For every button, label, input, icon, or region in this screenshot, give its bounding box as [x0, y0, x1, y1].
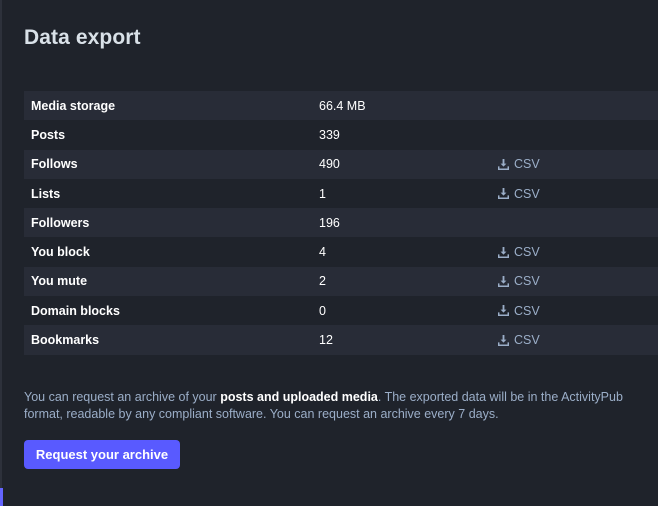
- row-value: 1: [319, 186, 326, 201]
- row-label: Media storage: [31, 98, 116, 113]
- table-row: Posts 339: [24, 120, 658, 150]
- table-row: Followers 196: [24, 208, 658, 238]
- csv-label: CSV: [514, 274, 540, 289]
- scroll-indicator: [0, 488, 3, 506]
- row-value: 196: [319, 215, 340, 230]
- page-title: Data export: [24, 26, 141, 49]
- csv-label: CSV: [514, 303, 540, 318]
- download-icon: [498, 334, 509, 346]
- archive-text-bold: posts and uploaded media: [220, 390, 378, 404]
- row-label: Bookmarks: [31, 333, 100, 348]
- row-label: You block: [31, 245, 90, 260]
- row-value: 12: [319, 333, 333, 348]
- row-label: You mute: [31, 274, 88, 289]
- csv-download-link[interactable]: CSV: [491, 304, 540, 318]
- csv-download-link[interactable]: CSV: [491, 245, 540, 259]
- table-row: You mute 2 CSV: [24, 266, 658, 297]
- table-row: Domain blocks 0 CSV: [24, 296, 658, 326]
- row-label: Followers: [31, 215, 90, 230]
- csv-download-link[interactable]: CSV: [491, 157, 540, 171]
- row-value: 66.4 MB: [319, 98, 366, 113]
- table-row: Follows 490 CSV: [24, 149, 658, 179]
- archive-text-before: You can request an archive of your: [24, 390, 221, 404]
- table-row: You block 4 CSV: [24, 237, 658, 267]
- download-icon: [498, 305, 509, 317]
- row-label: Domain blocks: [31, 303, 120, 318]
- csv-download-link[interactable]: CSV: [491, 187, 540, 201]
- table-row: Bookmarks 12 CSV: [24, 325, 658, 355]
- csv-download-link[interactable]: CSV: [491, 333, 540, 347]
- download-icon: [498, 275, 509, 287]
- row-label: Follows: [31, 157, 78, 172]
- download-icon: [498, 158, 509, 170]
- row-label: Posts: [31, 127, 66, 142]
- csv-download-link[interactable]: CSV: [491, 274, 540, 288]
- archive-description: You can request an archive of your posts…: [24, 389, 658, 423]
- data-export-page: Data export Media storage 66.4 MB Posts 339…: [0, 0, 658, 506]
- row-value: 4: [319, 245, 326, 260]
- csv-label: CSV: [514, 157, 540, 172]
- download-icon: [498, 188, 509, 200]
- export-table: Media storage 66.4 MB Posts 339 Follows 490 CS…: [24, 91, 658, 355]
- table-row: Lists 1 CSV: [24, 178, 658, 209]
- row-label: Lists: [31, 186, 61, 201]
- request-archive-button[interactable]: Request your archive: [24, 440, 180, 469]
- row-value: 339: [319, 127, 340, 142]
- table-row: Media storage 66.4 MB: [24, 91, 658, 121]
- download-icon: [498, 246, 509, 258]
- row-value: 490: [319, 157, 340, 172]
- csv-label: CSV: [514, 186, 540, 201]
- csv-label: CSV: [514, 245, 540, 260]
- row-value: 0: [319, 303, 326, 318]
- csv-label: CSV: [514, 333, 540, 348]
- row-value: 2: [319, 274, 326, 289]
